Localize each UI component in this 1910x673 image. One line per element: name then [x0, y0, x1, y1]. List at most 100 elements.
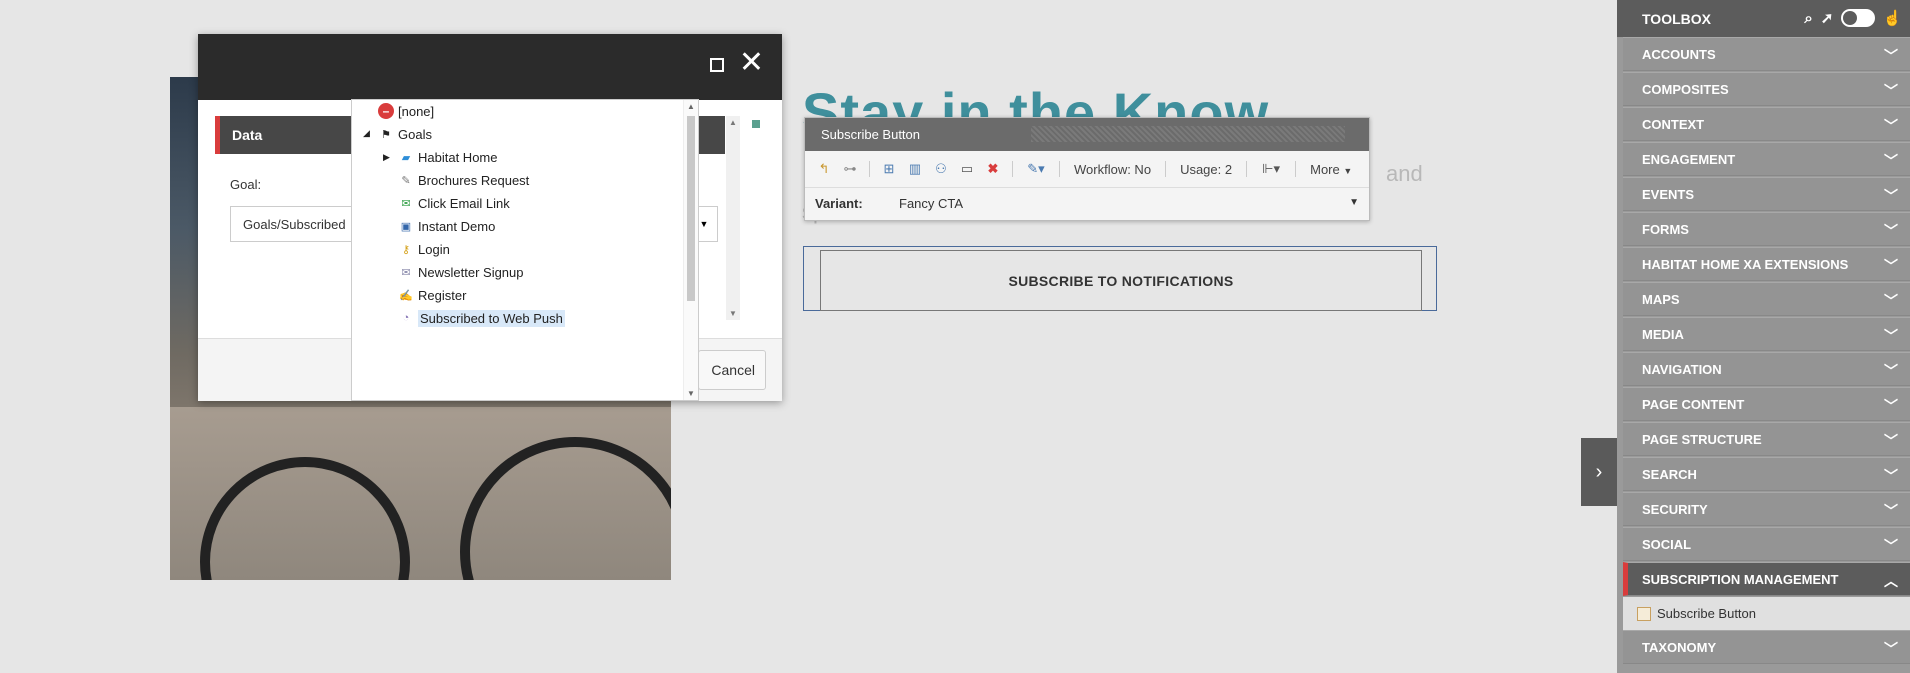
category-label: FORMS	[1642, 221, 1689, 237]
variant-selector[interactable]: Variant: Fancy CTA ▼	[805, 188, 1369, 218]
chevron-down-icon: ▼	[1349, 197, 1359, 208]
parent-select-icon[interactable]: ↰	[815, 160, 833, 178]
chrome-header[interactable]: Subscribe Button	[805, 118, 1369, 151]
toolbar-separator	[1059, 161, 1060, 177]
toolbox-category-subscription-management[interactable]: SUBSCRIPTION MANAGEMENT ︿	[1623, 562, 1910, 596]
component-icon	[1637, 606, 1651, 621]
category-label: SEARCH	[1642, 466, 1697, 482]
category-label: ACCOUNTS	[1642, 46, 1716, 62]
toolbox-category-page-content[interactable]: PAGE CONTENT ﹀	[1623, 387, 1910, 421]
tree-item-subscribed-web-push[interactable]: ◔ Subscribed to Web Push	[398, 308, 565, 328]
chevron-up-icon: ︿	[1884, 573, 1898, 589]
toolbox-category-habitat-home-xa-extensions[interactable]: HABITAT HOME XA EXTENSIONS ﹀	[1623, 247, 1910, 281]
scroll-thumb[interactable]	[687, 116, 695, 301]
toolbox-category-composites[interactable]: COMPOSITES ﹀	[1623, 72, 1910, 106]
category-label: CONTEXT	[1642, 116, 1705, 132]
tree-item-label: Login	[418, 241, 450, 257]
chrome-toolbar: ↰ ⊶ ⊞ ▥ ⚇ ▭ ✖ ✎▾ Workflow: No Usage: 2 ⊩…	[805, 151, 1369, 188]
toolbox-category-context[interactable]: CONTEXT ﹀	[1623, 107, 1910, 141]
scroll-up-icon[interactable]: ▲	[687, 102, 695, 111]
toolbox-category-media[interactable]: MEDIA ﹀	[1623, 317, 1910, 351]
move-icon[interactable]: ⊞	[880, 160, 898, 178]
tree-item-instant-demo[interactable]: ▣ Instant Demo	[398, 216, 496, 236]
tree-item-newsletter[interactable]: ✉ Newsletter Signup	[398, 262, 524, 282]
subscribe-notifications-button[interactable]: SUBSCRIBE TO NOTIFICATIONS	[820, 250, 1422, 311]
mode-toggle[interactable]	[1841, 9, 1876, 27]
link-icon[interactable]: ⊶	[841, 160, 859, 178]
tree-item-click-email[interactable]: ✉ Click Email Link	[398, 193, 510, 213]
tree-item-habitat-home[interactable]: ▰ Habitat Home	[398, 147, 498, 167]
variant-value: Fancy CTA	[899, 195, 964, 211]
tree-item-goals[interactable]: ⚑ Goals	[378, 124, 432, 144]
drag-handle[interactable]	[1031, 126, 1345, 142]
cancel-button[interactable]: Cancel	[698, 350, 766, 390]
tree-dropdown-icon[interactable]: ⊩▾	[1257, 160, 1285, 178]
toolbox-category-search[interactable]: SEARCH ﹀	[1623, 457, 1910, 491]
toolbox-category-engagement[interactable]: ENGAGEMENT ﹀	[1623, 142, 1910, 176]
edit-dropdown-icon[interactable]: ✎▾	[1023, 160, 1049, 178]
brochure-icon: ✎	[401, 174, 411, 187]
search-icon[interactable]: ⌕	[1804, 10, 1812, 27]
expand-toggle-icon[interactable]: ▶	[383, 152, 390, 163]
more-label: More	[1310, 161, 1340, 177]
chevron-down-icon: ﹀	[1884, 48, 1898, 64]
toolbox-category-accounts[interactable]: ACCOUNTS ﹀	[1623, 37, 1910, 71]
tree-item-label: Click Email Link	[418, 195, 510, 211]
pointer-icon[interactable]: ➚	[1821, 9, 1834, 27]
usage-count: Usage: 2	[1180, 161, 1233, 177]
personalize-icon[interactable]: ⚇	[932, 160, 950, 178]
category-label: NAVIGATION	[1642, 361, 1722, 377]
home-icon: ▰	[401, 151, 411, 164]
tree-item-brochures[interactable]: ✎ Brochures Request	[398, 170, 529, 190]
hand-icon[interactable]: ☝	[1883, 9, 1902, 27]
category-label: SECURITY	[1642, 501, 1708, 517]
category-label: MEDIA	[1642, 326, 1684, 342]
toolbox-panel: TOOLBOX ⌕ ➚ ☝ ACCOUNTS ﹀ COMPOSITES ﹀ CONTEX…	[1617, 0, 1910, 673]
close-icon[interactable]: ✕	[739, 48, 764, 78]
tree-scrollbar[interactable]: ▲ ▼	[683, 100, 698, 400]
component-chrome: Subscribe Button ↰ ⊶ ⊞ ▥ ⚇ ▭ ✖ ✎▾ Workfl…	[804, 117, 1370, 221]
tree-item-none[interactable]: – [none]	[378, 101, 434, 121]
chevron-down-icon: ﹀	[1884, 363, 1898, 379]
category-label: HABITAT HOME XA EXTENSIONS	[1642, 256, 1849, 272]
delete-icon[interactable]: ✖	[984, 160, 1002, 178]
scroll-down-icon[interactable]: ▼	[729, 309, 737, 318]
dialog-scrollbar[interactable]: ▲ ▼	[726, 116, 740, 320]
maximize-icon[interactable]	[710, 58, 724, 72]
chevron-down-icon: ﹀	[1884, 153, 1898, 169]
email-link-icon: ✉	[401, 197, 411, 210]
toolbox-header-icons: ⌕ ➚ ☝	[1804, 9, 1902, 27]
toolbox-category-events[interactable]: EVENTS ﹀	[1623, 177, 1910, 211]
tree-item-register[interactable]: ✍ Register	[398, 285, 466, 305]
toolbox-category-taxonomy[interactable]: TAXONOMY ﹀	[1623, 630, 1910, 664]
tree-item-label: Habitat Home	[418, 149, 498, 165]
collapse-toggle-icon[interactable]: ◢	[363, 128, 370, 139]
scroll-down-icon[interactable]: ▼	[687, 389, 695, 398]
toolbox-category-security[interactable]: SECURITY ﹀	[1623, 492, 1910, 526]
toolbox-header: TOOLBOX ⌕ ➚ ☝	[1617, 0, 1910, 37]
toolbox-category-forms[interactable]: FORMS ﹀	[1623, 212, 1910, 246]
tree-item-label: Goals	[398, 126, 432, 142]
toolbox-item-subscribe-button[interactable]: Subscribe Button	[1623, 597, 1910, 630]
toolbox-categories: ACCOUNTS ﹀ COMPOSITES ﹀ CONTEXT ﹀ ENGAGEMENT ﹀ E…	[1617, 37, 1910, 561]
chevron-down-icon: ﹀	[1884, 118, 1898, 134]
toolbox-category-page-structure[interactable]: PAGE STRUCTURE ﹀	[1623, 422, 1910, 456]
chevron-down-icon: ﹀	[1884, 538, 1898, 554]
layout-icon[interactable]: ▥	[906, 160, 924, 178]
tree-item-label: Newsletter Signup	[418, 264, 524, 280]
toolbox-category-maps[interactable]: MAPS ﹀	[1623, 282, 1910, 316]
category-label: COMPOSITES	[1642, 81, 1729, 97]
more-menu[interactable]: More ▼	[1310, 162, 1352, 177]
toolbox-category-navigation[interactable]: NAVIGATION ﹀	[1623, 352, 1910, 386]
window-icon[interactable]: ▭	[958, 160, 976, 178]
toolbar-separator	[1246, 161, 1248, 177]
toolbox-category-social[interactable]: SOCIAL ﹀	[1623, 527, 1910, 561]
tree-item-login[interactable]: ⚷ Login	[398, 239, 450, 259]
toolbox-toggle-handle[interactable]: ›	[1581, 438, 1617, 506]
scroll-up-icon[interactable]: ▲	[729, 118, 737, 127]
tree-item-label: Register	[418, 287, 467, 303]
push-icon: ◔	[402, 312, 410, 324]
none-icon: –	[378, 103, 394, 119]
workflow-status: Workflow: No	[1074, 161, 1152, 177]
category-label: MAPS	[1642, 291, 1680, 307]
